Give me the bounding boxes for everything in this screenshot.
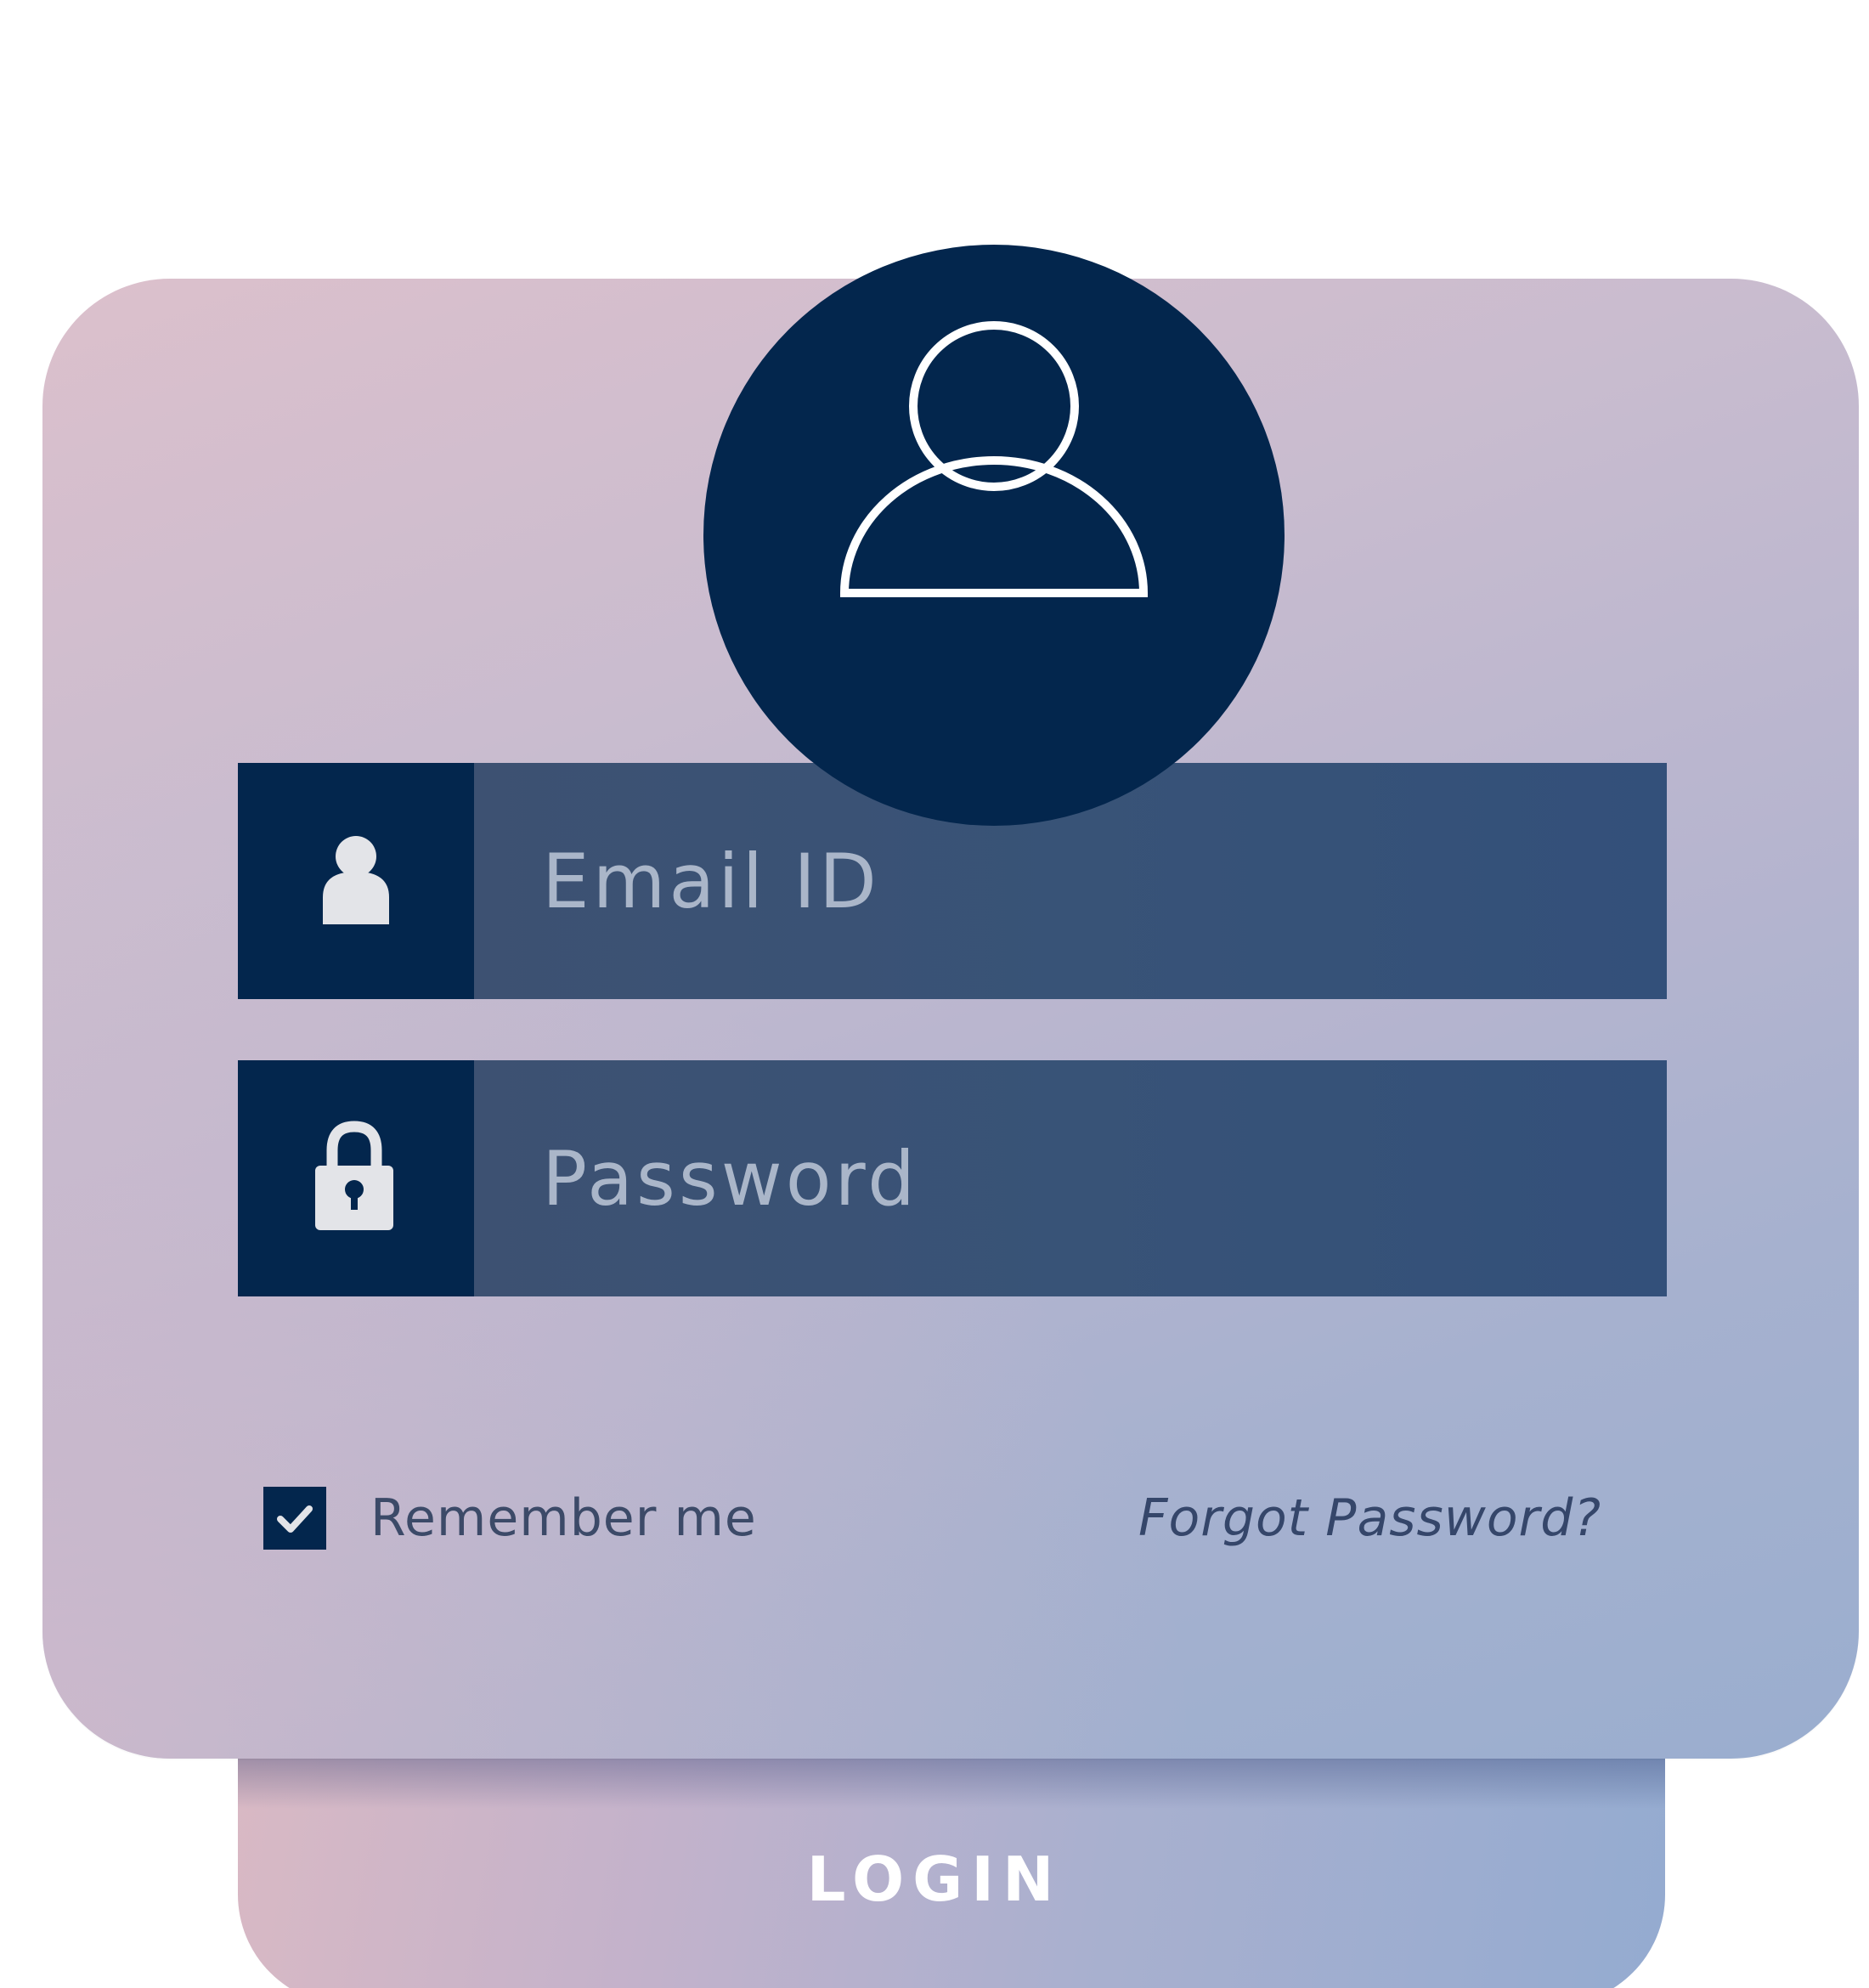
lock-icon: [315, 1121, 393, 1230]
login-button-label[interactable]: LOGIN: [0, 1849, 1869, 1910]
password-field-row: [238, 1060, 1667, 1296]
email-icon-box: [238, 763, 474, 999]
user-outline-icon: [839, 321, 1149, 597]
password-icon-box: [238, 1060, 474, 1296]
remember-me-checkbox[interactable]: [263, 1487, 326, 1550]
user-icon: [323, 836, 389, 924]
forgot-password-link[interactable]: Forgot Password?: [1138, 1488, 1601, 1548]
login-screen: LOGIN Email ID Remember me Forgot Passwo…: [0, 0, 1869, 1988]
password-input[interactable]: [474, 1060, 1667, 1296]
remember-me-label[interactable]: Remember me: [370, 1488, 757, 1548]
check-icon: [277, 1505, 313, 1533]
avatar: [703, 245, 1285, 826]
